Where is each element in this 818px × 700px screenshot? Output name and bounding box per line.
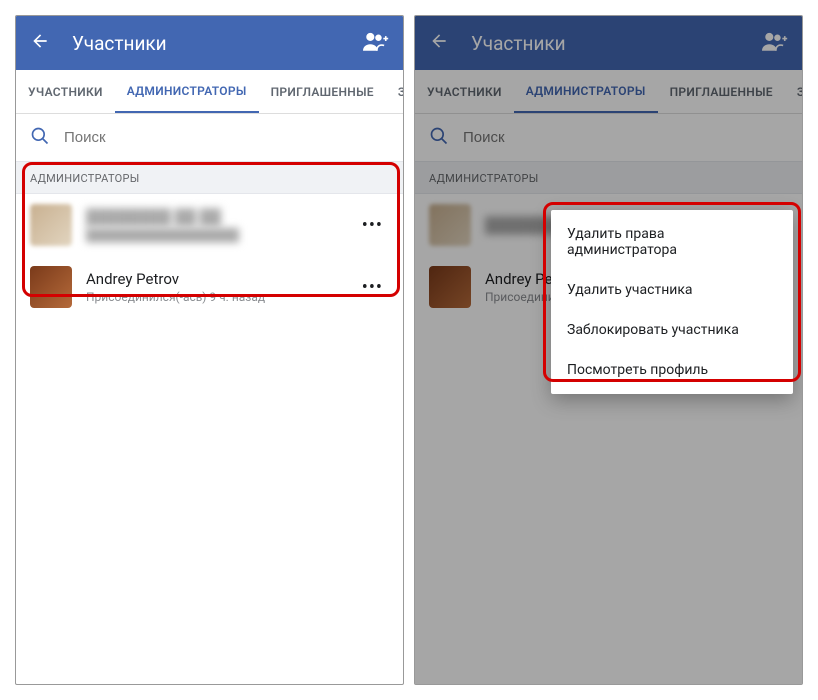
search-bar[interactable] bbox=[16, 114, 403, 162]
more-icon[interactable]: ••• bbox=[356, 209, 389, 242]
admin-subtitle: Присоединился(-ась) 9 ч. назад bbox=[86, 290, 356, 304]
tab-invited[interactable]: ПРИГЛАШЕННЫЕ bbox=[259, 70, 386, 113]
tab-bar: УЧАСТНИКИ АДМИНИСТРАТОРЫ ПРИГЛАШЕННЫЕ ЗА… bbox=[16, 70, 403, 114]
tab-blocked[interactable]: ЗАБЛОКИ bbox=[386, 70, 403, 113]
menu-remove-admin[interactable]: Удалить права администратора bbox=[551, 214, 793, 270]
menu-block-member[interactable]: Заблокировать участника bbox=[551, 310, 793, 350]
search-input[interactable] bbox=[64, 129, 389, 146]
context-menu: Удалить права администратора Удалить уча… bbox=[551, 210, 793, 394]
section-header-admins: АДМИНИСТРАТОРЫ bbox=[16, 162, 403, 194]
admin-name: Andrey Petrov bbox=[86, 270, 356, 288]
search-icon bbox=[30, 126, 50, 150]
menu-view-profile[interactable]: Посмотреть профиль bbox=[551, 350, 793, 390]
tab-admins[interactable]: АДМИНИСТРАТОРЫ bbox=[115, 70, 259, 113]
right-screenshot: Участники УЧАСТНИКИ АДМИНИСТРАТОРЫ ПРИГЛ… bbox=[414, 15, 803, 685]
tab-members[interactable]: УЧАСТНИКИ bbox=[16, 70, 115, 113]
left-screenshot: Участники УЧАСТНИКИ АДМИНИСТРАТОРЫ ПРИГЛ… bbox=[15, 15, 404, 685]
menu-remove-member[interactable]: Удалить участника bbox=[551, 270, 793, 310]
avatar bbox=[30, 266, 72, 308]
admin-name: ████████ ██ ██ bbox=[86, 208, 356, 226]
header-title: Участники bbox=[72, 32, 167, 55]
admin-row[interactable]: Andrey Petrov Присоединился(-ась) 9 ч. н… bbox=[16, 256, 403, 318]
avatar bbox=[30, 204, 72, 246]
app-header: Участники bbox=[16, 16, 403, 70]
more-icon[interactable]: ••• bbox=[356, 271, 389, 304]
admin-subtitle: ██████████████████ bbox=[86, 228, 356, 242]
admin-row[interactable]: ████████ ██ ██ ██████████████████ ••• bbox=[16, 194, 403, 256]
add-members-icon[interactable] bbox=[363, 30, 389, 56]
back-arrow-icon[interactable] bbox=[30, 31, 50, 55]
